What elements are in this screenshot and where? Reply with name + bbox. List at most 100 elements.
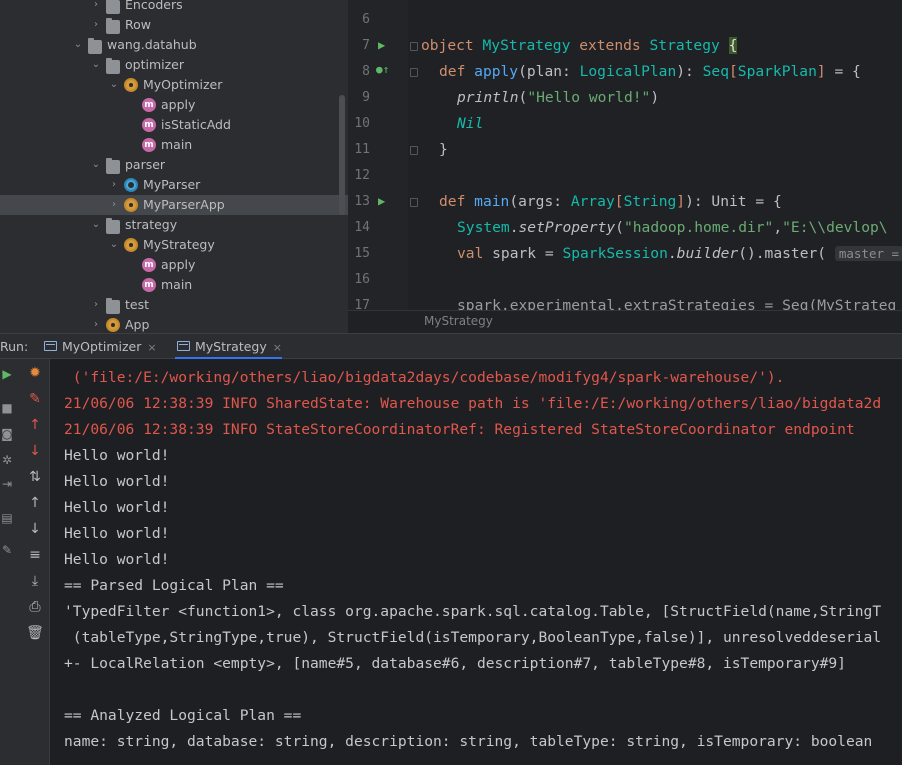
package-icon (88, 38, 102, 54)
fold-marker[interactable] (410, 68, 418, 77)
camera-icon[interactable]: ◙ (0, 425, 14, 443)
chevron-right-icon[interactable]: › (90, 295, 102, 315)
console-output-line: name: string, database: string, descript… (64, 733, 873, 750)
chevron-down-icon[interactable]: ⌄ (108, 75, 120, 95)
method-icon: m (142, 118, 156, 132)
chevron-down-icon[interactable]: ⌄ (90, 215, 102, 235)
debug-bug-icon[interactable]: ✹ (22, 363, 48, 383)
tree-item[interactable]: › MyParserApp (0, 195, 348, 215)
code-line-13: def main(args: Array[String]): Unit = { (439, 193, 782, 210)
tree-item[interactable]: ⌄ MyStrategy (0, 235, 348, 255)
chevron-right-icon[interactable]: › (108, 195, 120, 215)
tree-item-label: test (125, 297, 150, 312)
trash-icon[interactable]: 🗑 (22, 623, 48, 643)
tree-item-label: apply (161, 257, 196, 272)
code-editor[interactable]: 6 7 8 9 10 11 12 13 14 15 16 17 ▶ ●↑ ▶ o… (348, 0, 902, 333)
close-tab-icon[interactable]: × (147, 341, 156, 354)
settings-icon[interactable]: ✲ (0, 451, 14, 469)
run-tab-myoptimizer[interactable]: MyOptimizer × (42, 334, 157, 359)
chevron-right-icon[interactable]: › (90, 0, 102, 15)
run-main-icon[interactable]: ▶ (378, 194, 385, 208)
tree-item[interactable]: m main (0, 275, 348, 295)
console-log-line: 21/06/06 12:38:39 INFO SharedState: Ware… (64, 395, 882, 412)
rerun-icon[interactable]: ▶ (0, 365, 14, 383)
tree-item[interactable]: m main (0, 135, 348, 155)
line-number: 7 (362, 38, 370, 53)
chevron-right-icon[interactable]: › (108, 175, 120, 195)
close-tab-icon[interactable]: × (273, 341, 282, 354)
code-line-7: object MyStrategy extends Strategy { (421, 37, 738, 54)
console-output[interactable]: ('file:/E:/working/others/liao/bigdata2d… (50, 359, 902, 765)
console-output-line: 'TypedFilter <function1>, class org.apac… (64, 603, 882, 620)
tree-item[interactable]: › App (0, 315, 348, 333)
layout-icon[interactable]: ▤ (0, 509, 14, 527)
folder-icon (106, 298, 120, 314)
tree-item[interactable]: › test (0, 295, 348, 315)
run-label: Run: (0, 339, 29, 354)
exit-icon[interactable]: ⇥ (0, 475, 14, 493)
code-line-9: println("Hello world!") (457, 89, 660, 106)
scala-object-icon (124, 238, 138, 252)
code-line-10: Nil (457, 115, 484, 132)
chevron-down-icon[interactable]: ⌄ (108, 235, 120, 255)
chevron-down-icon[interactable]: ⌄ (90, 155, 102, 175)
method-icon: m (142, 278, 156, 292)
line-number: 8 (362, 64, 370, 79)
code-line-15: val spark = SparkSession.builder().maste… (457, 245, 902, 262)
run-tab-mystrategy[interactable]: MyStrategy × (175, 334, 282, 359)
tree-item-label: MyStrategy (143, 237, 215, 252)
scala-class-icon (124, 178, 138, 192)
tree-item-label: main (161, 137, 193, 152)
folder-icon (106, 218, 120, 234)
chevron-down-icon[interactable]: ⌄ (90, 55, 102, 75)
chevron-down-icon[interactable]: ⌄ (72, 35, 84, 55)
clear-edit-icon[interactable]: ✎ (22, 389, 48, 409)
pin-icon[interactable]: ✎ (0, 541, 14, 559)
tree-item[interactable]: ⌄ parser (0, 155, 348, 175)
console-output-line: +- LocalRelation <empty>, [name#5, datab… (64, 655, 846, 672)
tree-item-label: parser (125, 157, 166, 172)
run-tab-bar: Run: MyOptimizer × MyStrategy × (0, 333, 902, 359)
tree-scrollbar[interactable] (339, 95, 345, 215)
line-number: 16 (354, 272, 370, 287)
tree-item[interactable]: ⌄ optimizer (0, 55, 348, 75)
tree-item[interactable]: ⌄ wang.datahub (0, 35, 348, 55)
fold-marker[interactable] (410, 146, 418, 155)
chevron-right-icon[interactable]: › (90, 315, 102, 333)
tree-item[interactable]: › MyParser (0, 175, 348, 195)
down-stacktrace-icon[interactable]: ↓ (22, 441, 48, 461)
soft-wrap-icon[interactable]: ≡ (22, 545, 48, 565)
tree-item[interactable]: m apply (0, 95, 348, 115)
up-stacktrace-icon[interactable]: ↑ (22, 415, 48, 435)
stop-icon[interactable]: ■ (0, 399, 14, 417)
override-method-icon[interactable]: ●↑ (376, 63, 389, 76)
line-number: 13 (354, 194, 370, 209)
tree-item[interactable]: › Row (0, 15, 348, 35)
console-tab-icon (177, 341, 190, 351)
scroll-down-icon[interactable]: ↓ (22, 519, 48, 539)
console-output-line: Hello world! (64, 499, 170, 516)
fold-marker[interactable] (410, 198, 418, 207)
run-object-icon[interactable]: ▶ (378, 38, 385, 52)
tree-item[interactable]: m isStaticAdd (0, 115, 348, 135)
tree-item[interactable]: › Encoders (0, 0, 348, 15)
scroll-to-end-icon[interactable]: ⤓ (22, 571, 48, 591)
fold-marker[interactable] (410, 42, 418, 51)
code-line-8: def apply(plan: LogicalPlan): Seq[SparkP… (439, 63, 861, 80)
tree-item[interactable]: ⌄ strategy (0, 215, 348, 235)
tree-item-label: MyParser (143, 177, 201, 192)
method-icon: m (142, 138, 156, 152)
sort-icon[interactable]: ⇅ (22, 467, 48, 487)
tree-item[interactable]: ⌄ MyOptimizer (0, 75, 348, 95)
console-output-line: Hello world! (64, 447, 170, 464)
scroll-up-icon[interactable]: ↑ (22, 493, 48, 513)
tree-item-label: Row (125, 17, 151, 32)
line-number: 14 (354, 220, 370, 235)
folder-icon (106, 58, 120, 74)
tree-item[interactable]: m apply (0, 255, 348, 275)
chevron-right-icon[interactable]: › (90, 15, 102, 35)
print-icon[interactable]: ⎙ (22, 597, 48, 617)
scala-object-icon (124, 78, 138, 92)
editor-breadcrumb[interactable]: MyStrategy (348, 310, 902, 333)
line-number: 11 (354, 142, 370, 157)
